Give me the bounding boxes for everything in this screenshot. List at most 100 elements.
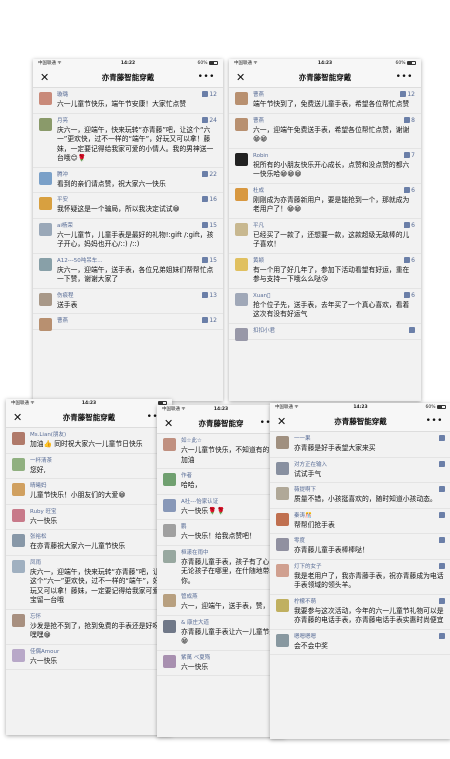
avatar[interactable] xyxy=(276,563,289,577)
avatar[interactable] xyxy=(163,619,176,633)
avatar[interactable] xyxy=(163,438,176,451)
avatar[interactable] xyxy=(12,534,25,547)
like-button[interactable]: 13 xyxy=(202,291,217,299)
commenter-name[interactable]: 一杯清茶 xyxy=(30,457,166,465)
like-button[interactable] xyxy=(439,486,445,493)
commenter-name[interactable]: 张裕松 xyxy=(30,533,166,541)
avatar[interactable] xyxy=(163,549,176,563)
commenter-name[interactable]: 紫萬 べ夏殇 xyxy=(181,654,279,662)
like-button[interactable] xyxy=(409,326,415,334)
like-button[interactable] xyxy=(439,511,445,519)
like-button[interactable]: 6 xyxy=(404,221,415,229)
avatar[interactable] xyxy=(276,512,289,526)
like-button[interactable]: 12 xyxy=(400,91,415,98)
commenter-name[interactable]: & 康庄大道 xyxy=(181,619,279,627)
commenter-name[interactable]: 曹燕 xyxy=(253,117,415,125)
avatar[interactable] xyxy=(276,487,289,500)
commenter-name[interactable]: 薇提啊下 xyxy=(294,486,445,494)
commenter-name[interactable]: Ms.Lian(朋友) xyxy=(30,431,166,439)
commenter-name[interactable]: 柠檬不萌 xyxy=(294,598,445,606)
like-button[interactable]: 7 xyxy=(404,151,415,159)
like-button[interactable] xyxy=(439,562,445,570)
commenter-name[interactable]: 忘怀 xyxy=(30,613,166,621)
like-button[interactable]: 12 xyxy=(202,91,217,98)
avatar[interactable] xyxy=(12,508,25,522)
commenter-name[interactable]: 灯下的女子 xyxy=(294,563,445,571)
commenter-name[interactable]: 晴曦妈 xyxy=(30,482,166,490)
commenter-name[interactable]: Xuan，̈ xyxy=(253,292,415,300)
avatar[interactable] xyxy=(276,538,289,551)
avatar[interactable] xyxy=(12,613,25,627)
avatar[interactable] xyxy=(235,152,248,166)
avatar[interactable] xyxy=(12,457,25,471)
commenter-name[interactable]: 对方正在输入 xyxy=(294,461,445,469)
avatar[interactable] xyxy=(12,483,25,496)
avatar[interactable] xyxy=(235,327,248,341)
avatar[interactable] xyxy=(163,594,176,607)
avatar[interactable] xyxy=(39,318,52,331)
more-icon[interactable]: ••• xyxy=(396,68,413,86)
avatar[interactable] xyxy=(235,92,248,105)
avatar[interactable] xyxy=(163,524,176,537)
commenter-name[interactable]: Robin xyxy=(253,152,415,160)
commenter-name[interactable]: 鹏 xyxy=(181,523,279,531)
like-button[interactable]: 6 xyxy=(404,256,415,264)
avatar[interactable] xyxy=(276,461,289,475)
avatar[interactable] xyxy=(12,559,25,573)
like-button[interactable] xyxy=(439,460,445,468)
like-button[interactable]: 15 xyxy=(202,256,217,264)
commenter-name[interactable]: 凤雨 xyxy=(30,559,166,567)
like-button[interactable] xyxy=(439,597,445,605)
avatar[interactable] xyxy=(39,92,52,105)
avatar[interactable] xyxy=(235,117,248,131)
like-button[interactable] xyxy=(439,632,445,640)
like-button[interactable]: 6 xyxy=(404,186,415,194)
commenter-name[interactable]: 桓漾在雨中 xyxy=(181,549,279,557)
avatar[interactable] xyxy=(39,171,52,185)
avatar[interactable] xyxy=(235,257,248,271)
avatar[interactable] xyxy=(39,292,52,306)
commenter-name[interactable]: 月亮 xyxy=(57,117,217,125)
commenter-name[interactable]: 扣扣小君 xyxy=(253,327,415,335)
commenter-name[interactable]: 平凡 xyxy=(253,222,415,230)
commenter-name[interactable]: 秦涛🎊 xyxy=(294,512,445,520)
commenter-name[interactable]: A社---怡家认证 xyxy=(181,498,279,506)
like-button[interactable]: 24 xyxy=(202,116,217,124)
avatar[interactable] xyxy=(276,633,289,647)
avatar[interactable] xyxy=(12,648,25,662)
like-button[interactable]: 15 xyxy=(202,221,217,229)
like-button[interactable] xyxy=(439,435,445,442)
commenter-name[interactable]: 曹燕 xyxy=(253,91,415,99)
avatar[interactable] xyxy=(235,292,248,306)
like-button[interactable]: 16 xyxy=(202,196,217,203)
avatar[interactable] xyxy=(276,436,289,449)
commenter-name[interactable]: 璇璐 xyxy=(57,91,217,99)
commenter-name[interactable]: 平安 xyxy=(57,196,217,204)
like-button[interactable]: 22 xyxy=(202,170,217,178)
avatar[interactable] xyxy=(39,197,52,210)
commenter-name[interactable]: Ruby 旺宝 xyxy=(30,508,166,516)
commenter-name[interactable]: 杜成 xyxy=(253,187,415,195)
commenter-name[interactable]: 佳偶Amour xyxy=(30,648,166,656)
avatar[interactable] xyxy=(163,654,176,668)
commenter-name[interactable]: 管成燕 xyxy=(181,593,279,601)
commenter-name[interactable]: 伤痕程 xyxy=(57,292,217,300)
more-icon[interactable]: ••• xyxy=(198,68,215,86)
avatar[interactable] xyxy=(235,187,248,201)
commenter-name[interactable]: 腾冲 xyxy=(57,171,217,179)
like-button[interactable]: 6 xyxy=(404,291,415,299)
avatar[interactable] xyxy=(163,473,176,486)
commenter-name[interactable]: 一一果 xyxy=(294,435,445,443)
like-button[interactable] xyxy=(439,537,445,544)
avatar[interactable] xyxy=(39,222,52,236)
like-button[interactable]: 12 xyxy=(202,317,217,324)
commenter-name[interactable]: 如☆此☆ xyxy=(181,437,279,445)
avatar[interactable] xyxy=(276,598,289,612)
like-button[interactable]: 8 xyxy=(404,116,415,124)
commenter-name[interactable]: 零度 xyxy=(294,537,445,545)
avatar[interactable] xyxy=(235,222,248,236)
avatar[interactable] xyxy=(39,117,52,131)
commenter-name[interactable]: 嗯嗯嗯嗯 xyxy=(294,633,445,641)
avatar[interactable] xyxy=(12,432,25,445)
commenter-name[interactable]: 黄颖 xyxy=(253,257,415,265)
